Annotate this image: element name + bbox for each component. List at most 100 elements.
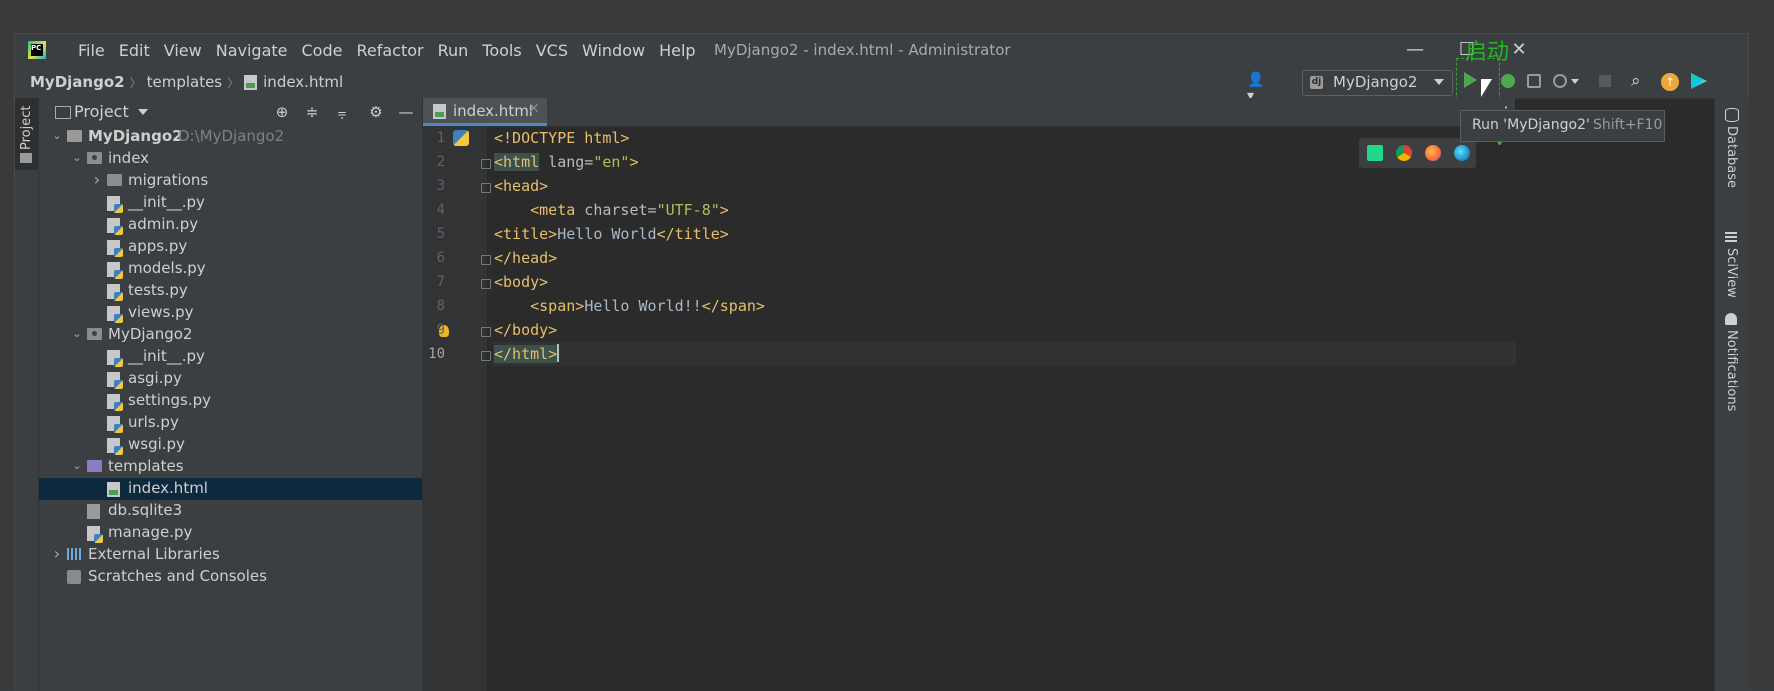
menu-tools[interactable]: Tools — [475, 41, 528, 60]
fold-marker-icon[interactable] — [481, 327, 491, 337]
fold-marker-icon[interactable] — [481, 255, 491, 265]
tree-item[interactable]: db.sqlite3 — [39, 500, 422, 522]
python-file-icon — [107, 416, 123, 433]
minimize-button[interactable]: — — [1400, 38, 1430, 62]
tree-item[interactable]: ⌄ index — [39, 148, 422, 170]
chevron-right-icon[interactable]: › — [91, 170, 103, 189]
chevron-down-icon[interactable]: ⌄ — [71, 327, 83, 340]
tooltip-shortcut: Shift+F10 — [1593, 117, 1663, 133]
fold-marker-icon[interactable] — [481, 159, 491, 169]
locate-icon[interactable]: ⊕ — [273, 103, 291, 121]
chevron-down-icon[interactable]: ⌄ — [71, 459, 83, 472]
tree-item[interactable]: ⌄ templates — [39, 456, 422, 478]
code-line[interactable]: <span>Hello World!!</span> — [493, 294, 1516, 318]
user-icon[interactable]: 👤▾ — [1247, 72, 1267, 104]
menu-vcs[interactable]: VCS — [529, 41, 575, 60]
tree-item-label: templates — [108, 457, 184, 475]
menu-help[interactable]: Help — [652, 41, 702, 60]
menu-code[interactable]: Code — [295, 41, 350, 60]
update-icon[interactable]: ↑ — [1661, 73, 1679, 91]
tree-item[interactable]: settings.py — [39, 390, 422, 412]
tree-item-label: models.py — [128, 259, 206, 277]
code-line[interactable]: <title>Hello World</title> — [493, 222, 1516, 246]
tree-item[interactable]: apps.py — [39, 236, 422, 258]
tree-item[interactable]: ⌄ MyDjango2 — [39, 324, 422, 346]
coverage-icon[interactable] — [1527, 74, 1541, 88]
tree-item[interactable]: › External Libraries — [39, 544, 422, 566]
line-number: 10 — [428, 346, 445, 362]
expand-all-icon[interactable]: ≑ — [303, 103, 321, 121]
chevron-down-icon[interactable]: ⌄ — [51, 129, 63, 142]
tree-item[interactable]: views.py — [39, 302, 422, 324]
code-line[interactable]: <meta charset="UTF-8"> — [493, 198, 1516, 222]
tree-item[interactable]: asgi.py — [39, 368, 422, 390]
chevron-down-icon[interactable] — [1571, 79, 1579, 84]
fold-marker-icon[interactable] — [481, 183, 491, 193]
tab-index-html[interactable]: index.html ✕ — [423, 98, 547, 126]
project-panel-title[interactable]: Project — [74, 102, 129, 121]
collapse-all-icon[interactable]: ⩦ — [333, 103, 351, 121]
breadcrumb-file[interactable]: index.html — [263, 73, 343, 91]
hide-icon[interactable]: — — [397, 103, 415, 121]
code-line[interactable]: </html> — [493, 342, 1516, 366]
menu-file[interactable]: File — [71, 41, 112, 60]
menu-view[interactable]: View — [157, 41, 209, 60]
chevron-down-icon[interactable] — [138, 109, 148, 115]
tree-item[interactable]: __init__.py — [39, 192, 422, 214]
tree-item-label: Scratches and Consoles — [88, 567, 267, 585]
pycharm-browser-icon[interactable] — [1367, 145, 1383, 161]
tree-item[interactable]: models.py — [39, 258, 422, 280]
tree-item-label: urls.py — [128, 413, 179, 431]
search-icon[interactable]: ⌕ — [1631, 71, 1651, 91]
mouse-cursor-icon — [1481, 79, 1492, 97]
run-button[interactable] — [1464, 72, 1477, 88]
jetbrains-toolbox-icon[interactable] — [1691, 73, 1707, 89]
firefox-icon[interactable] — [1425, 145, 1441, 161]
menu-window[interactable]: Window — [575, 41, 652, 60]
breadcrumb-project[interactable]: MyDjango2 — [30, 73, 125, 91]
close-icon[interactable]: ✕ — [528, 101, 540, 117]
menu-edit[interactable]: Edit — [112, 41, 157, 60]
tree-item-label: External Libraries — [88, 545, 220, 563]
menu-navigate[interactable]: Navigate — [209, 41, 295, 60]
project-tool-tab[interactable]: Project — [15, 98, 38, 170]
profile-icon[interactable] — [1553, 74, 1567, 88]
fold-marker-icon[interactable] — [481, 351, 491, 361]
tree-item-label: manage.py — [108, 523, 193, 541]
tree-item[interactable]: admin.py — [39, 214, 422, 236]
tree-item[interactable]: __init__.py — [39, 346, 422, 368]
code-line[interactable]: <head> — [493, 174, 1516, 198]
code-line[interactable]: <body> — [493, 270, 1516, 294]
code-line[interactable]: </head> — [493, 246, 1516, 270]
database-tool-tab[interactable]: Database — [1724, 126, 1739, 188]
database-icon — [1725, 108, 1739, 122]
breadcrumb-folder[interactable]: templates — [147, 73, 223, 91]
run-configuration-select[interactable]: dj MyDjango2 — [1302, 70, 1453, 96]
tree-item[interactable]: ⌄ MyDjango2 D:\MyDjango2 — [39, 126, 422, 148]
notifications-tool-tab[interactable]: Notifications — [1724, 330, 1739, 411]
chrome-icon[interactable] — [1396, 145, 1412, 161]
tree-item[interactable]: tests.py — [39, 280, 422, 302]
sciview-tool-tab[interactable]: SciView — [1724, 248, 1739, 298]
code-editor[interactable]: <!DOCTYPE html> <html lang="en"> <head> <m… — [493, 126, 1516, 691]
edge-icon[interactable] — [1454, 145, 1470, 161]
tree-item[interactable]: manage.py — [39, 522, 422, 544]
code-line[interactable]: </body> — [493, 318, 1516, 342]
menu-refactor[interactable]: Refactor — [349, 41, 430, 60]
fold-marker-icon[interactable] — [481, 279, 491, 289]
run-configuration-label: MyDjango2 — [1333, 73, 1418, 91]
chevron-down-icon[interactable]: ⌄ — [71, 151, 83, 164]
gear-icon[interactable]: ⚙ — [367, 103, 385, 121]
code-token: > — [719, 201, 729, 219]
templates-folder-icon — [87, 460, 102, 472]
chevron-right-icon[interactable]: › — [51, 544, 63, 563]
tree-item[interactable]: urls.py — [39, 412, 422, 434]
tree-item[interactable]: index.html — [39, 478, 422, 500]
menu-run[interactable]: Run — [431, 41, 476, 60]
debug-icon[interactable] — [1501, 74, 1515, 88]
tree-item[interactable]: Scratches and Consoles — [39, 566, 422, 588]
tree-item[interactable]: › migrations — [39, 170, 422, 192]
stop-icon[interactable] — [1599, 75, 1611, 87]
tree-item[interactable]: wsgi.py — [39, 434, 422, 456]
